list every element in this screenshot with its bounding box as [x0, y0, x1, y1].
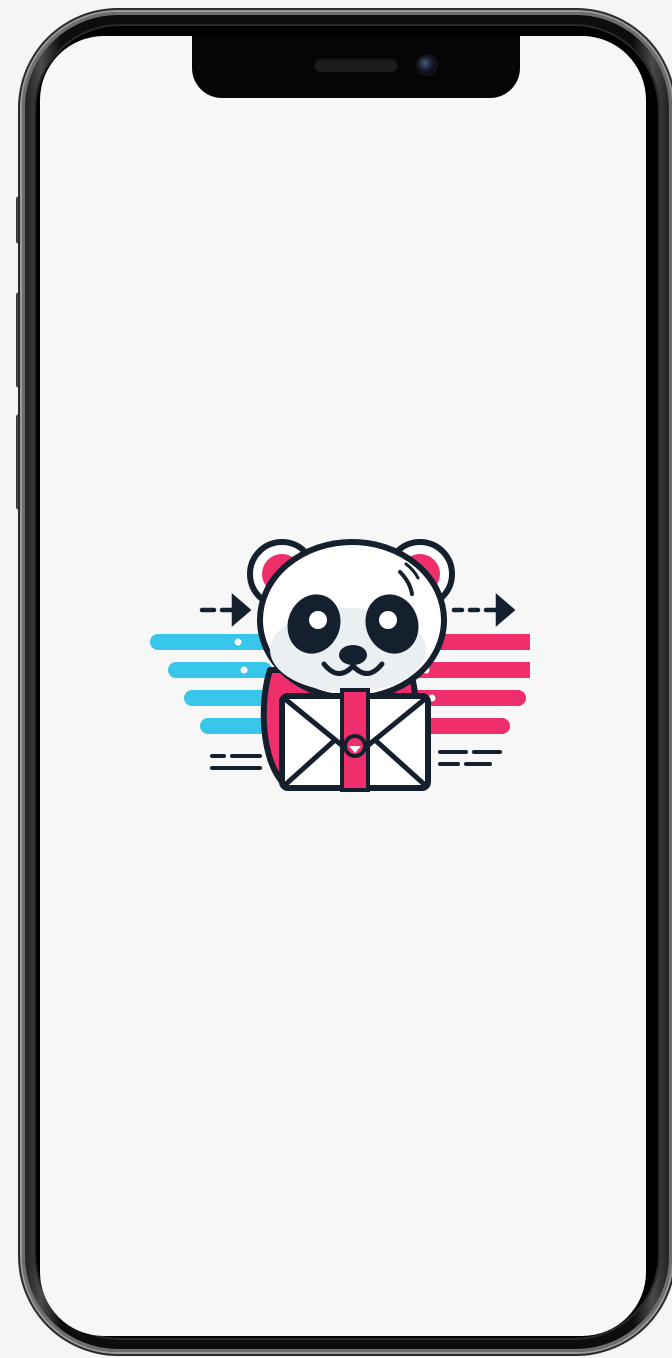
left-arrow-icon	[199, 593, 252, 627]
left-speed-lines	[150, 634, 272, 734]
notch	[192, 36, 520, 98]
earpiece-speaker	[314, 58, 398, 72]
app-logo	[110, 500, 530, 800]
right-dash-lines	[438, 750, 502, 766]
right-arrow-icon	[451, 593, 516, 627]
app-screenshot	[0, 0, 672, 1358]
panda-envelope-logo-icon	[150, 539, 530, 792]
envelope-icon	[279, 688, 431, 792]
left-dash-lines	[210, 754, 262, 770]
front-camera-icon	[418, 56, 436, 74]
